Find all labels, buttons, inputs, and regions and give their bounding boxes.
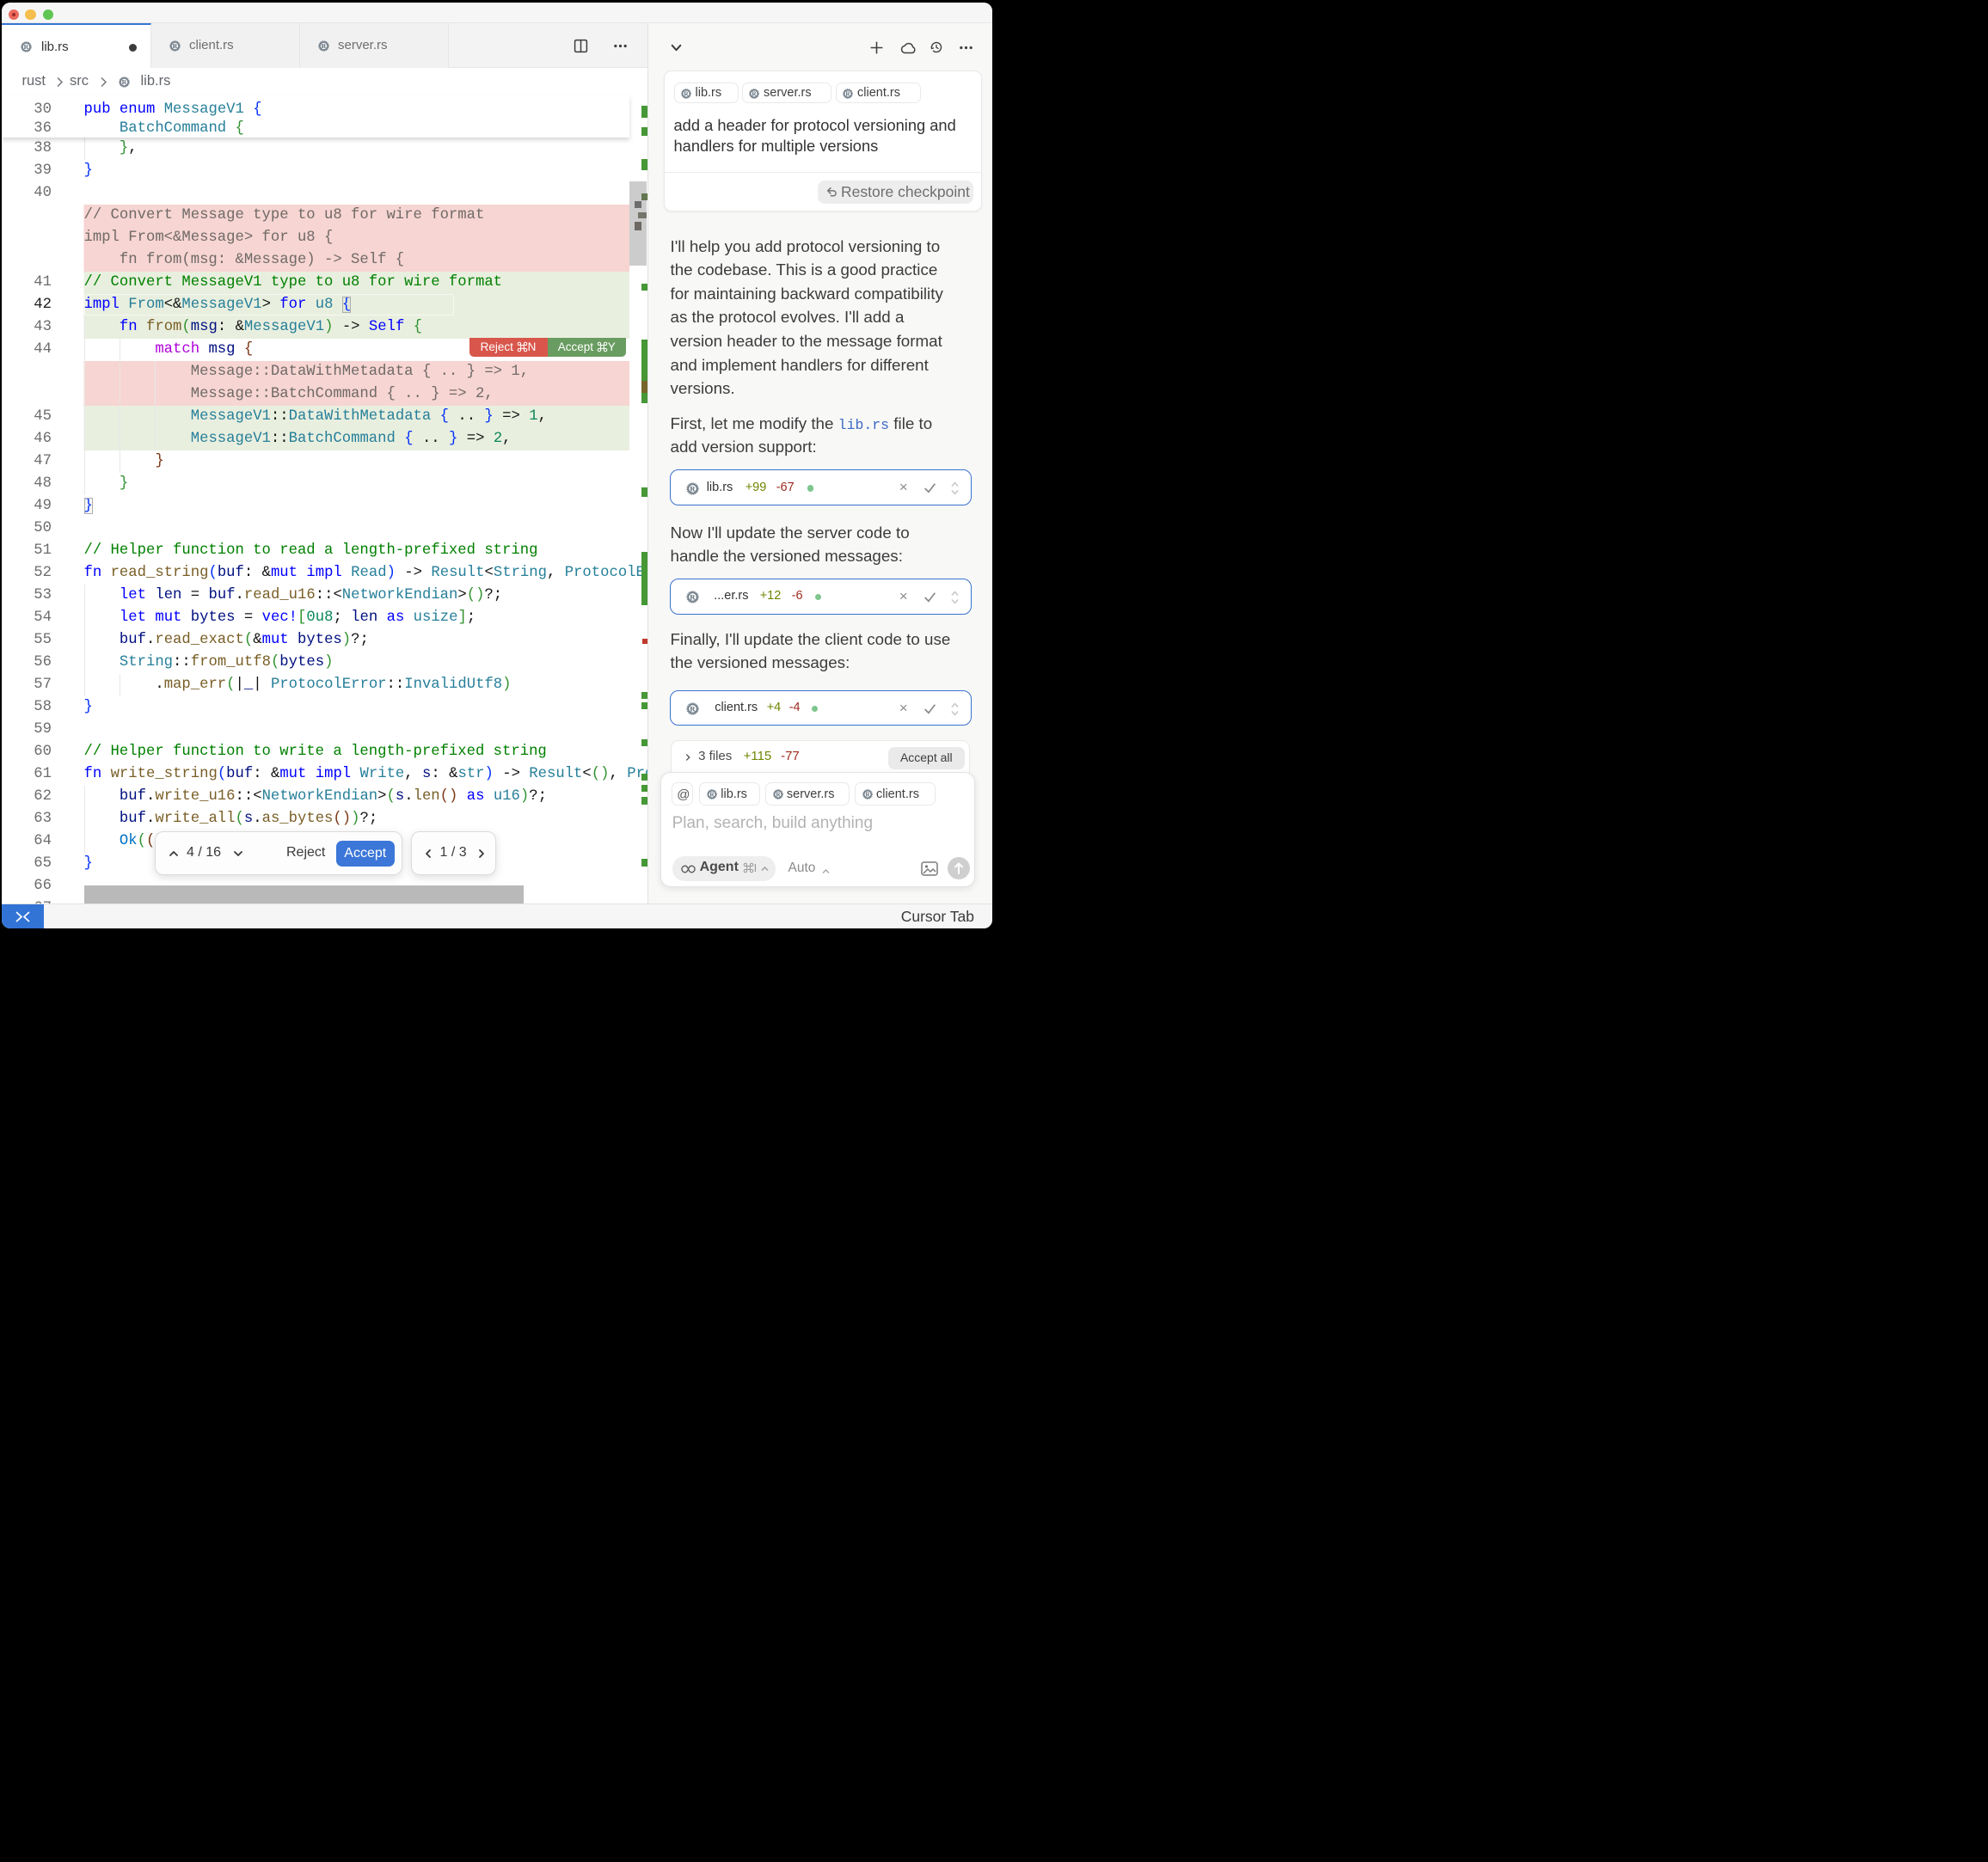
svg-text:R: R: [845, 90, 850, 97]
svg-text:R: R: [865, 792, 870, 799]
svg-text:R: R: [684, 90, 689, 97]
svg-text:R: R: [690, 705, 696, 714]
svg-text:R: R: [776, 792, 781, 799]
svg-text:R: R: [690, 484, 696, 493]
svg-text:R: R: [710, 792, 715, 799]
svg-text:R: R: [752, 90, 757, 97]
svg-text:R: R: [690, 593, 696, 602]
